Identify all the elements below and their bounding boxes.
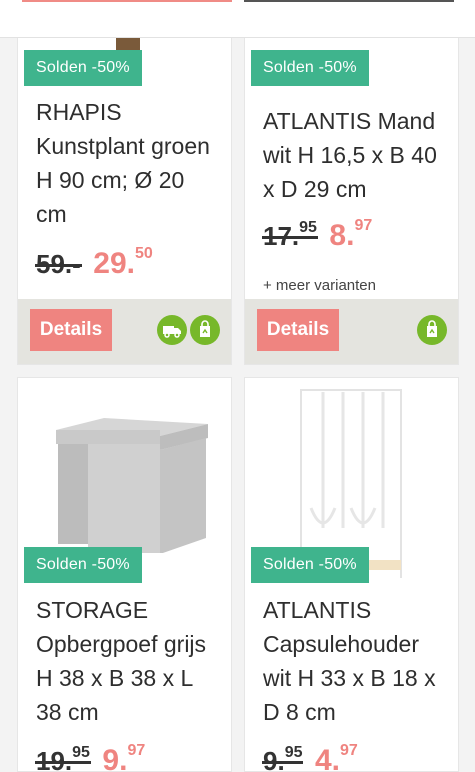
product-image[interactable] bbox=[18, 378, 231, 554]
delivery-truck-icon bbox=[157, 315, 187, 345]
tab-indicator-left bbox=[22, 0, 232, 2]
old-price: 59.- bbox=[36, 249, 81, 279]
sale-badge: Solden -50% bbox=[251, 547, 369, 583]
store-pickup-icon bbox=[190, 315, 220, 345]
old-price: 17.95 bbox=[263, 219, 317, 251]
sale-price: 8.97 bbox=[329, 217, 373, 252]
price-block: 59.- 29.50 bbox=[36, 245, 153, 281]
sale-badge: Solden -50% bbox=[24, 547, 142, 583]
details-button[interactable]: Details bbox=[30, 309, 112, 351]
price-block: 17.95 8.97 bbox=[263, 217, 373, 253]
old-price: 9.95 bbox=[263, 744, 302, 771]
product-card[interactable]: Solden -50% STORAGE Opbergpoef grijs H 3… bbox=[17, 377, 232, 772]
product-card[interactable]: Solden -50% RHAPIS Kunstplant groen H 90… bbox=[17, 10, 232, 365]
old-price: 19.95 bbox=[36, 744, 90, 771]
product-title[interactable]: ATLANTIS Mand wit H 16,5 x B 40 x D 29 c… bbox=[263, 104, 446, 206]
sale-price: 29.50 bbox=[93, 245, 153, 280]
product-card[interactable]: Solden -50% ATLANTIS Capsulehouder wit H… bbox=[244, 377, 459, 772]
price-block: 19.95 9.97 bbox=[36, 742, 146, 772]
product-card[interactable]: Solden -50% ATLANTIS Mand wit H 16,5 x B… bbox=[244, 10, 459, 365]
top-navigation-bar bbox=[0, 0, 475, 38]
product-title[interactable]: STORAGE Opbergpoef grijs H 38 x B 38 x L… bbox=[36, 593, 219, 729]
card-action-bar: Details bbox=[245, 299, 458, 364]
more-variants-link[interactable]: + meer varianten bbox=[263, 277, 376, 294]
store-pickup-icon bbox=[417, 315, 447, 345]
card-action-bar: Details bbox=[18, 299, 231, 364]
storage-pouf-image bbox=[56, 418, 208, 554]
sale-price: 4.97 bbox=[314, 742, 358, 772]
sale-price: 9.97 bbox=[102, 742, 146, 772]
sale-badge: Solden -50% bbox=[24, 50, 142, 86]
product-title[interactable]: ATLANTIS Capsulehouder wit H 33 x B 18 x… bbox=[263, 593, 446, 729]
details-button[interactable]: Details bbox=[257, 309, 339, 351]
price-block: 9.95 4.97 bbox=[263, 742, 358, 772]
sale-badge: Solden -50% bbox=[251, 50, 369, 86]
tab-indicator-right bbox=[244, 0, 454, 2]
product-title[interactable]: RHAPIS Kunstplant groen H 90 cm; Ø 20 cm bbox=[36, 95, 219, 231]
